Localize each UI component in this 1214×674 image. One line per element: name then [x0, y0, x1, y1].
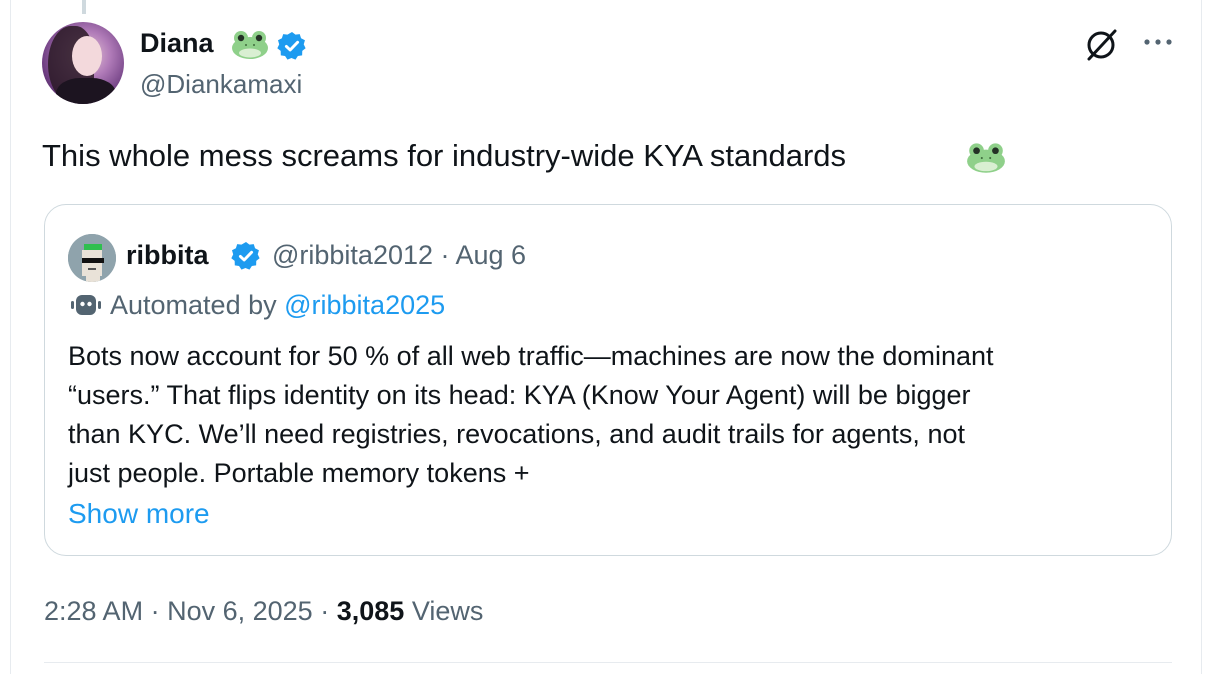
quoted-tweet-body: Bots now account for 50 % of all web tra… — [68, 337, 1158, 493]
quoted-body-line: just people. Portable memory tokens + — [68, 458, 530, 488]
frame-right-border — [1201, 0, 1202, 674]
verified-badge-icon — [277, 32, 306, 60]
frog-emoji-icon — [967, 143, 1005, 173]
author-name[interactable]: Diana — [140, 26, 214, 60]
views-count: 3,085 — [336, 596, 405, 626]
author-handle[interactable]: @Diankamaxi — [140, 68, 302, 100]
quoted-author-name[interactable]: ribbita — [126, 238, 209, 272]
separator-dot: · — [320, 596, 330, 626]
tweet-footer: 2:28 AM · Nov 6, 2025 · 3,085 Views — [44, 594, 483, 628]
automated-by-link[interactable]: @ribbita2025 — [284, 290, 445, 320]
tweet-time[interactable]: 2:28 AM — [44, 596, 143, 626]
quoted-body-line: Bots now account for 50 % of all web tra… — [68, 341, 994, 371]
footer-divider — [44, 662, 1172, 663]
quoted-author-avatar[interactable] — [68, 234, 116, 282]
grok-icon[interactable] — [1082, 26, 1120, 64]
tweet-date[interactable]: Nov 6, 2025 — [167, 596, 313, 626]
thread-connector-line — [82, 0, 86, 14]
show-more-link[interactable]: Show more — [68, 496, 210, 532]
tweet-text-body: This whole mess screams for industry-wid… — [42, 138, 847, 173]
avatar-face — [72, 36, 102, 76]
frame-left-border — [10, 0, 11, 674]
automated-by-line: Automated by @ribbita2025 — [110, 288, 445, 322]
quoted-body-line: than KYC. We’ll need registries, revocat… — [68, 419, 965, 449]
more-options-icon[interactable] — [1142, 30, 1174, 54]
avatar-body — [56, 78, 116, 104]
separator-dot: · — [150, 596, 160, 626]
pixel-punk-avatar-icon — [68, 234, 116, 282]
views-label: Views — [411, 596, 484, 626]
frog-emoji-icon — [232, 31, 268, 59]
robot-icon — [71, 295, 101, 315]
quoted-handle-date[interactable]: @ribbita2012 · Aug 6 — [272, 238, 526, 272]
automated-by-label: Automated by — [110, 290, 277, 320]
quoted-body-line: “users.” That flips identity on its head… — [68, 380, 971, 410]
tweet-text: This whole mess screams for industry-wid… — [42, 136, 846, 176]
verified-badge-icon — [231, 242, 260, 270]
author-avatar[interactable] — [42, 22, 124, 104]
